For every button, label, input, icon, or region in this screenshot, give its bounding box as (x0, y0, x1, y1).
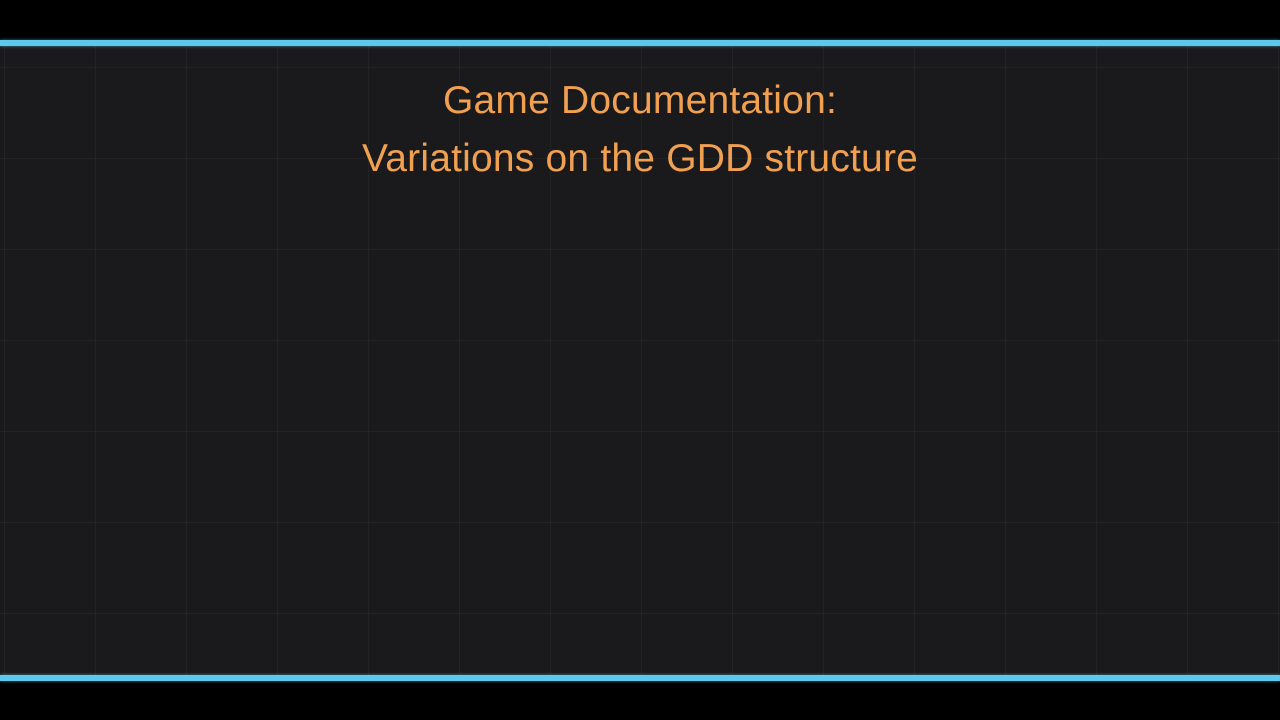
top-accent-line (0, 40, 1280, 46)
slide-title: Game Documentation: Variations on the GD… (0, 72, 1280, 188)
slide-title-line-2: Variations on the GDD structure (361, 137, 919, 180)
video-frame: Game Documentation: Variations on the GD… (0, 0, 1280, 720)
slide-title-line-1: Game Documentation: (443, 79, 837, 122)
bottom-accent-line (0, 675, 1280, 681)
